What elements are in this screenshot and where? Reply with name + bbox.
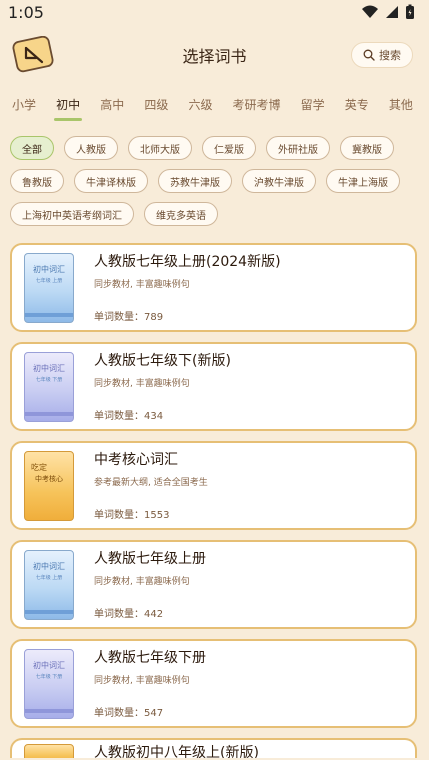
tab-item[interactable]: 小学 [12, 90, 36, 119]
tab-item[interactable]: 留学 [301, 90, 325, 119]
book-info: 中考核心词汇 参考最新大纲, 适合全国考生 单词数量：1553 [94, 451, 403, 521]
book-description: 参考最新大纲, 适合全国考生 [94, 477, 208, 488]
book-info: 人教版七年级下(新版) 同步教材, 丰富趣味例句 单词数量：434 [94, 352, 403, 422]
cover-subtitle: 中考核心 [35, 474, 63, 483]
filter-chip-active[interactable]: 全部 [10, 136, 54, 160]
book-cover: 吃定 中考核心 [24, 450, 74, 521]
book-cover: 初中词汇 七年级 下册 [24, 648, 74, 719]
filter-chip[interactable]: 冀教版 [340, 136, 394, 160]
book-card[interactable]: 初中词汇 七年级 上册 人教版七年级上册(2024新版) 同步教材, 丰富趣味例… [10, 243, 417, 332]
cover-subtitle: 七年级 上册 [35, 574, 63, 581]
cover-subtitle: 七年级 下册 [35, 376, 63, 383]
filter-chip[interactable]: 牛津译林版 [74, 169, 148, 193]
book-description: 同步教材, 丰富趣味例句 [94, 576, 190, 587]
book-word-count: 单词数量：547 [94, 707, 164, 719]
book-title: 人教版初中八年级上(新版) [94, 745, 259, 758]
book-title: 人教版七年级下册 [94, 649, 206, 666]
book-word-count: 单词数量：442 [94, 608, 164, 620]
book-card[interactable]: 人教版初中八年级上(新版) [10, 738, 417, 758]
back-button[interactable] [12, 35, 56, 75]
filter-chip[interactable]: 人教版 [64, 136, 118, 160]
book-card[interactable]: 初中词汇 七年级 下册 人教版七年级下册 同步教材, 丰富趣味例句 单词数量：5… [10, 639, 417, 728]
book-cover [24, 744, 74, 758]
book-cover: 初中词汇 七年级 上册 [24, 549, 74, 620]
signal-icon [386, 6, 398, 18]
filter-chip[interactable]: 牛津上海版 [326, 169, 400, 193]
book-list: 初中词汇 七年级 上册 人教版七年级上册(2024新版) 同步教材, 丰富趣味例… [0, 226, 429, 758]
filter-chip[interactable]: 上海初中英语考纲词汇 [10, 202, 134, 226]
book-card[interactable]: 初中词汇 七年级 上册 人教版七年级上册 同步教材, 丰富趣味例句 单词数量：4… [10, 540, 417, 629]
cover-title: 初中词汇 [33, 660, 65, 670]
cover-title: 初中词汇 [33, 264, 65, 274]
wifi-icon [362, 5, 378, 18]
book-title: 人教版七年级下(新版) [94, 352, 231, 369]
book-info: 人教版七年级上册 同步教材, 丰富趣味例句 单词数量：442 [94, 550, 403, 620]
status-bar: 1:05 [0, 0, 429, 24]
book-description: 同步教材, 丰富趣味例句 [94, 279, 190, 290]
search-label: 搜索 [379, 49, 401, 62]
tab-item[interactable]: 六级 [188, 90, 212, 119]
filter-chip[interactable]: 仁爱版 [202, 136, 256, 160]
back-arrow-icon [12, 36, 54, 73]
cover-subtitle: 七年级 上册 [35, 277, 63, 284]
tab-item[interactable]: 英专 [345, 90, 369, 119]
book-word-count: 单词数量：789 [94, 311, 164, 323]
book-title: 人教版七年级上册 [94, 550, 206, 567]
level-tabs: 小学 初中 高中 四级 六级 考研考博 留学 英专 其他 [0, 86, 429, 122]
book-description: 同步教材, 丰富趣味例句 [94, 675, 190, 686]
book-info: 人教版七年级上册(2024新版) 同步教材, 丰富趣味例句 单词数量：789 [94, 253, 403, 323]
book-title: 人教版七年级上册(2024新版) [94, 253, 281, 270]
search-icon [363, 49, 375, 61]
cover-bar [25, 411, 73, 416]
tab-item-active[interactable]: 初中 [54, 90, 83, 121]
book-card[interactable]: 吃定 中考核心 中考核心词汇 参考最新大纲, 适合全国考生 单词数量：1553 [10, 441, 417, 530]
cover-subtitle: 七年级 下册 [35, 673, 63, 680]
book-info: 人教版初中八年级上(新版) [94, 744, 403, 758]
book-title: 中考核心词汇 [94, 451, 178, 468]
filter-chip[interactable]: 维克多英语 [144, 202, 218, 226]
edition-filter-chips: 全部 人教版 北师大版 仁爱版 外研社版 冀教版 鲁教版 牛津译林版 苏教牛津版… [0, 122, 429, 226]
book-info: 人教版七年级下册 同步教材, 丰富趣味例句 单词数量：547 [94, 649, 403, 719]
search-button[interactable]: 搜索 [351, 42, 413, 68]
filter-chip[interactable]: 北师大版 [128, 136, 192, 160]
header: 选择词书 搜索 [0, 24, 429, 86]
cover-bar [25, 609, 73, 614]
tab-item[interactable]: 高中 [100, 90, 124, 119]
cover-bar [25, 708, 73, 713]
book-description: 同步教材, 丰富趣味例句 [94, 378, 190, 389]
cover-title: 吃定 [31, 462, 47, 472]
tab-item[interactable]: 考研考博 [233, 90, 281, 119]
status-icons [361, 4, 415, 20]
cover-bar [25, 312, 73, 317]
filter-chip[interactable]: 鲁教版 [10, 169, 64, 193]
cover-title: 初中词汇 [33, 363, 65, 373]
filter-chip[interactable]: 沪教牛津版 [242, 169, 316, 193]
book-word-count: 单词数量：434 [94, 410, 164, 422]
book-cover: 初中词汇 七年级 上册 [24, 252, 74, 323]
filter-chip[interactable]: 外研社版 [266, 136, 330, 160]
book-word-count: 单词数量：1553 [94, 509, 170, 521]
book-card[interactable]: 初中词汇 七年级 下册 人教版七年级下(新版) 同步教材, 丰富趣味例句 单词数… [10, 342, 417, 431]
cover-title: 初中词汇 [33, 561, 65, 571]
status-time: 1:05 [8, 2, 44, 22]
book-cover: 初中词汇 七年级 下册 [24, 351, 74, 422]
tab-item[interactable]: 其他 [389, 90, 413, 119]
filter-chip[interactable]: 苏教牛津版 [158, 169, 232, 193]
battery-icon [406, 4, 414, 19]
tab-item[interactable]: 四级 [144, 90, 168, 119]
